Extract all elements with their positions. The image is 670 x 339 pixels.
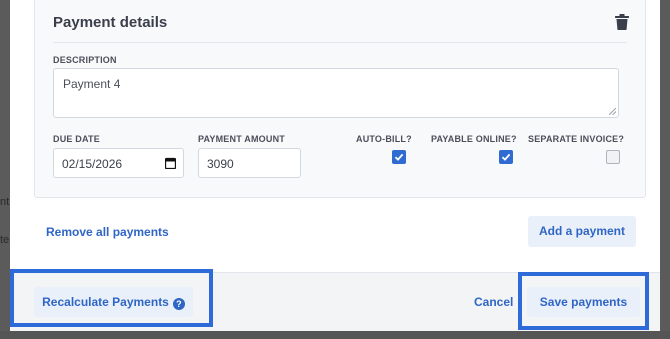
payable-online-label: PAYABLE ONLINE? [431, 134, 517, 144]
auto-bill-label: AUTO-BILL? [356, 134, 412, 144]
payment-amount-label: PAYMENT AMOUNT [198, 134, 285, 144]
card-divider [53, 42, 627, 43]
remove-all-payments-link[interactable]: Remove all payments [46, 225, 169, 239]
backdrop-left: nt te [0, 0, 10, 339]
highlight-box-recalculate [10, 269, 213, 327]
description-field[interactable]: Payment 4 [53, 68, 619, 118]
auto-bill-checkbox[interactable] [392, 150, 406, 164]
resize-grip-icon[interactable] [609, 108, 616, 115]
payable-online-checkbox[interactable] [499, 150, 513, 164]
cancel-link[interactable]: Cancel [474, 295, 513, 309]
backdrop-text-fragment: nt [0, 196, 10, 208]
description-value: Payment 4 [63, 77, 121, 91]
backdrop-bottom [0, 331, 670, 339]
calendar-icon[interactable] [165, 157, 176, 169]
card-title: Payment details [53, 14, 168, 31]
description-label: DESCRIPTION [53, 55, 117, 65]
trash-icon[interactable] [615, 14, 629, 30]
separate-invoice-checkbox[interactable] [606, 150, 620, 164]
highlight-box-save [518, 272, 649, 330]
payment-details-card: Payment details DESCRIPTION Payment 4 DU… [34, 0, 646, 198]
due-date-value: 02/15/2026 [62, 157, 123, 171]
due-date-field[interactable]: 02/15/2026 [53, 148, 184, 178]
backdrop-text-fragment: te [0, 234, 10, 246]
backdrop-right [660, 0, 670, 339]
checkmark-icon [501, 153, 511, 161]
payment-amount-field[interactable]: 3090 [198, 148, 301, 178]
add-payment-button[interactable]: Add a payment [528, 216, 636, 247]
payment-amount-value: 3090 [207, 157, 234, 171]
checkmark-icon [394, 153, 404, 161]
due-date-label: DUE DATE [53, 134, 100, 144]
separate-invoice-label: SEPARATE INVOICE? [528, 134, 625, 144]
